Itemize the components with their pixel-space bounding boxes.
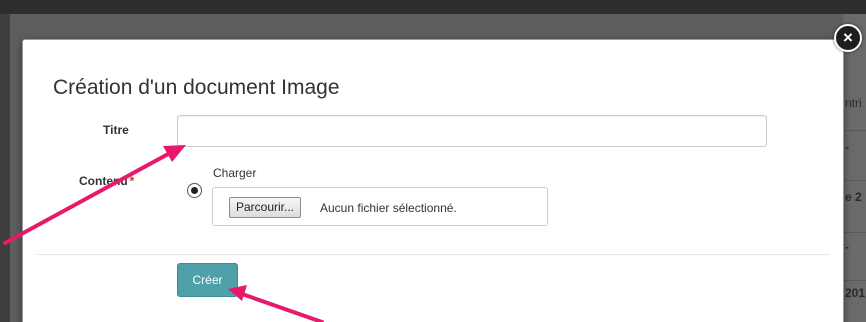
annotation-arrows	[3, 145, 324, 322]
annotation-arrow	[3, 145, 186, 245]
annotation-arrow	[228, 285, 324, 322]
